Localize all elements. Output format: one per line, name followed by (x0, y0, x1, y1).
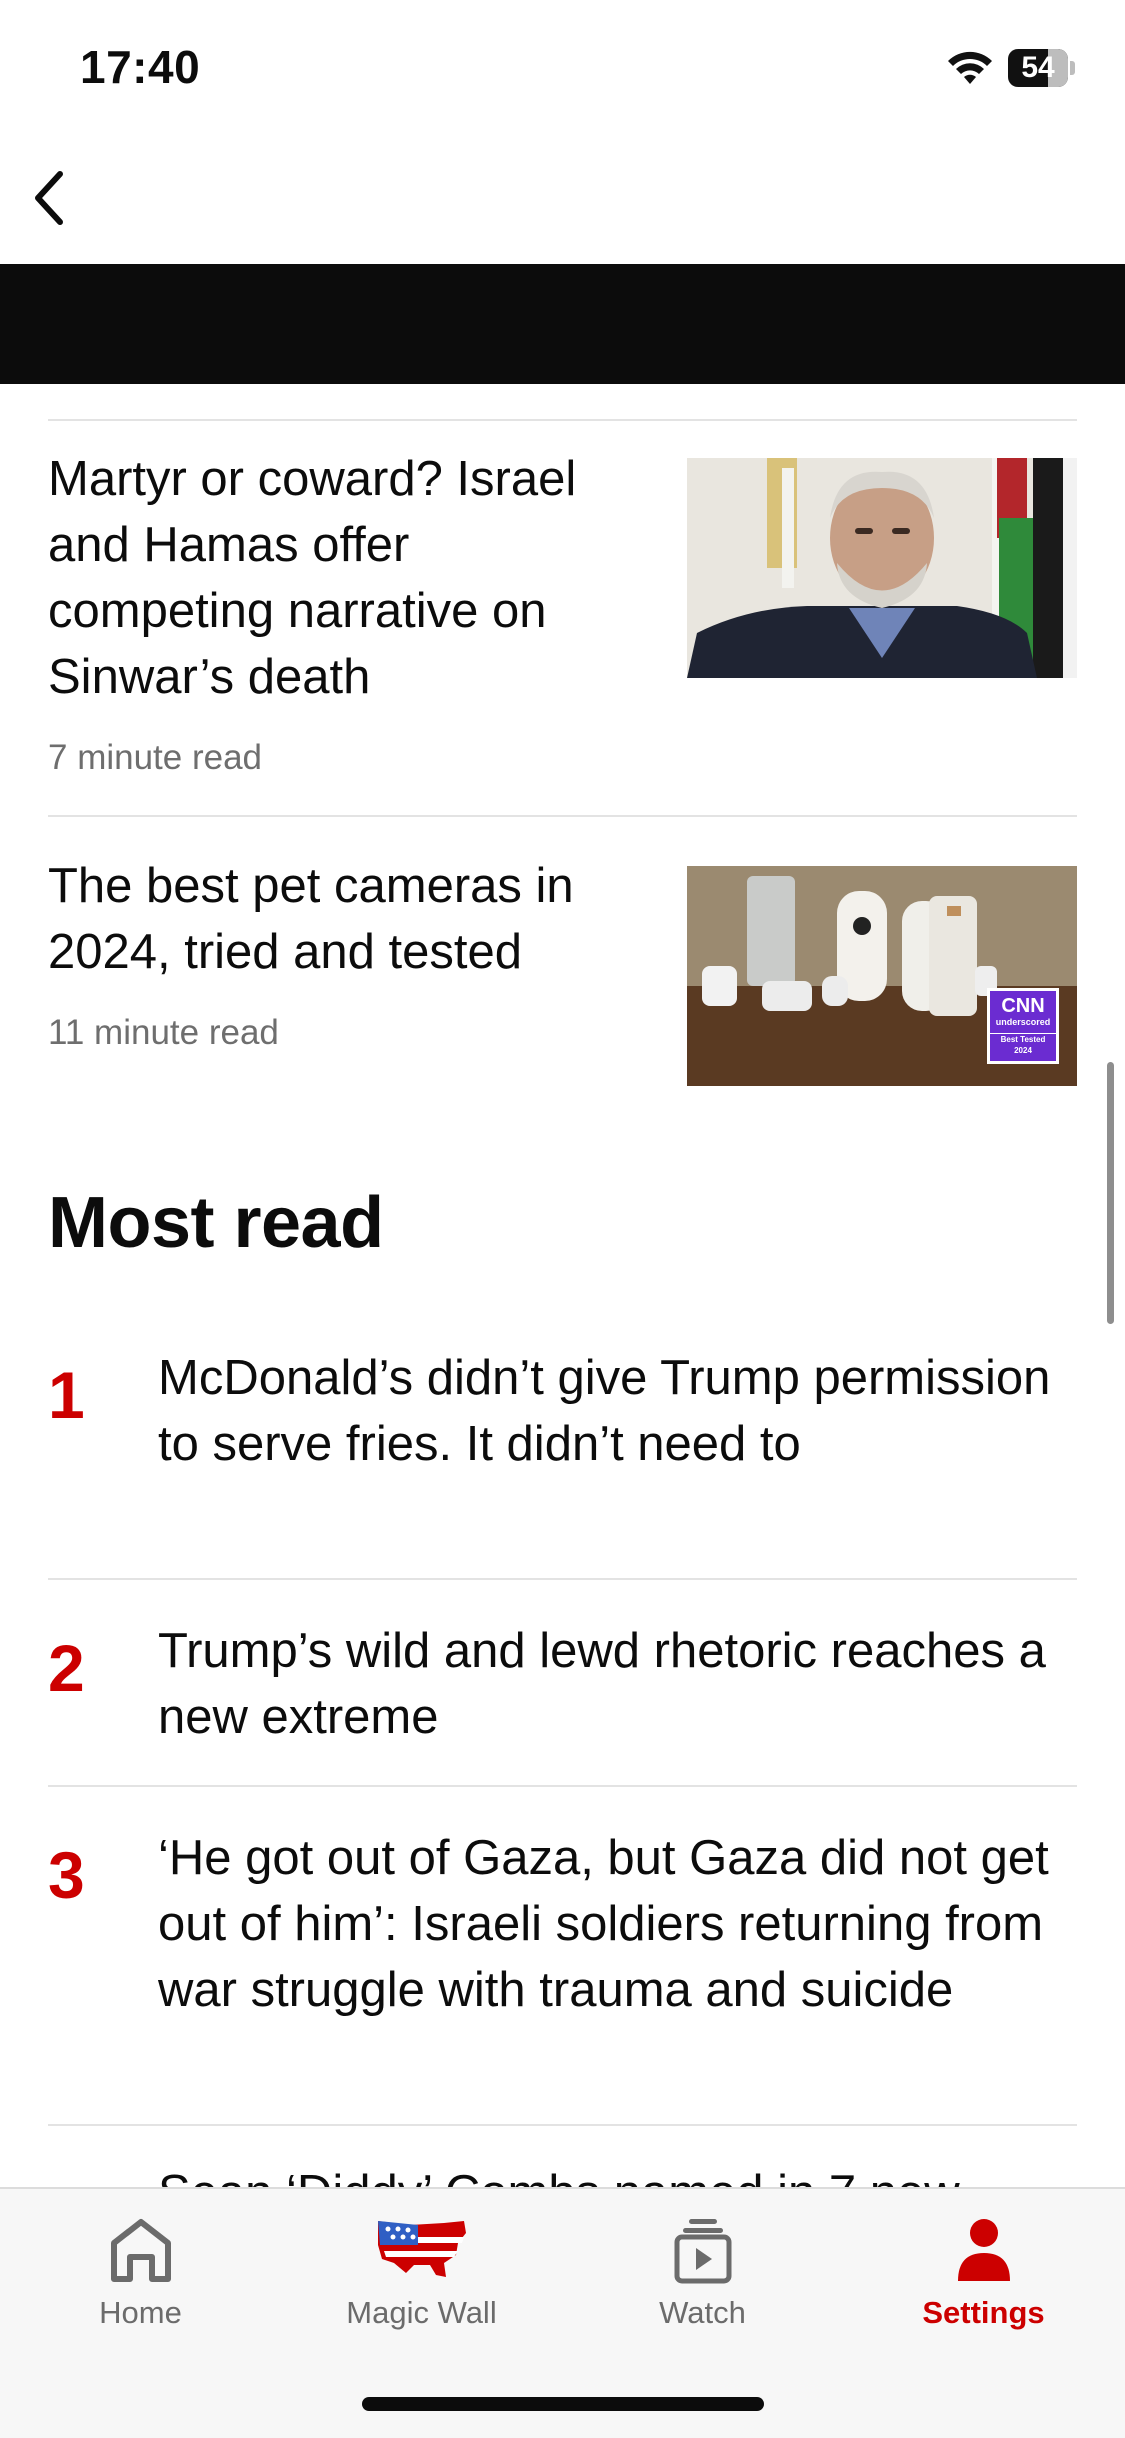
rank-number: 2 (48, 1631, 85, 1705)
watch-play-icon (674, 2219, 731, 2284)
article-thumbnail-pet-cameras[interactable]: CNN underscored Best Tested 2024 (687, 866, 1077, 1086)
most-read-headline: McDonald’s didn’t give Trump permission … (158, 1351, 1051, 1471)
tab-settings[interactable]: Settings (843, 2189, 1124, 2349)
scrollbar[interactable] (1107, 1062, 1114, 1324)
most-read-headline: Trump’s wild and lewd rhetoric reaches a… (158, 1624, 1046, 1744)
status-time: 17:40 (80, 41, 201, 93)
battery-level: 54 (1021, 51, 1055, 84)
ad-banner-area (0, 264, 1125, 384)
tab-label: Home (99, 2295, 182, 2330)
section-title: Most read (48, 1183, 384, 1263)
article-headline: The best pet cameras in 2024, tried and … (48, 859, 574, 979)
wifi-icon (948, 51, 992, 84)
divider (48, 1578, 1077, 1580)
divider (48, 2124, 1077, 2126)
person-icon (957, 2219, 1010, 2281)
article-headline: Martyr or coward? Israel and Hamas offer… (48, 452, 577, 704)
article-card[interactable]: The best pet cameras in 2024, tried and … (48, 853, 648, 1053)
best-tested-badge: CNN underscored Best Tested 2024 (987, 988, 1059, 1064)
article-thumbnail-portrait[interactable] (687, 458, 1077, 678)
tab-label: Settings (922, 2295, 1045, 2330)
divider (48, 815, 1077, 817)
divider (48, 419, 1077, 421)
tab-label: Watch (659, 2295, 746, 2330)
divider (48, 1785, 1077, 1787)
tab-watch[interactable]: Watch (562, 2189, 843, 2349)
tab-label: Magic Wall (346, 2295, 497, 2330)
us-map-flag-icon (377, 2221, 466, 2277)
home-indicator[interactable] (362, 2397, 764, 2411)
rank-number: 1 (48, 1358, 85, 1432)
tab-home[interactable]: Home (0, 2189, 281, 2349)
article-card[interactable]: Martyr or coward? Israel and Hamas offer… (48, 446, 648, 778)
article-read-time: 7 minute read (48, 738, 263, 777)
tab-magic-wall[interactable]: Magic Wall (281, 2189, 562, 2349)
battery-icon: 54 (1008, 49, 1076, 87)
home-icon (110, 2219, 171, 2282)
back-chevron-icon[interactable] (20, 160, 90, 236)
article-read-time: 11 minute read (48, 1013, 279, 1052)
most-read-headline: ‘He got out of Gaza, but Gaza did not ge… (158, 1831, 1049, 2017)
rank-number: 3 (48, 1838, 85, 1912)
